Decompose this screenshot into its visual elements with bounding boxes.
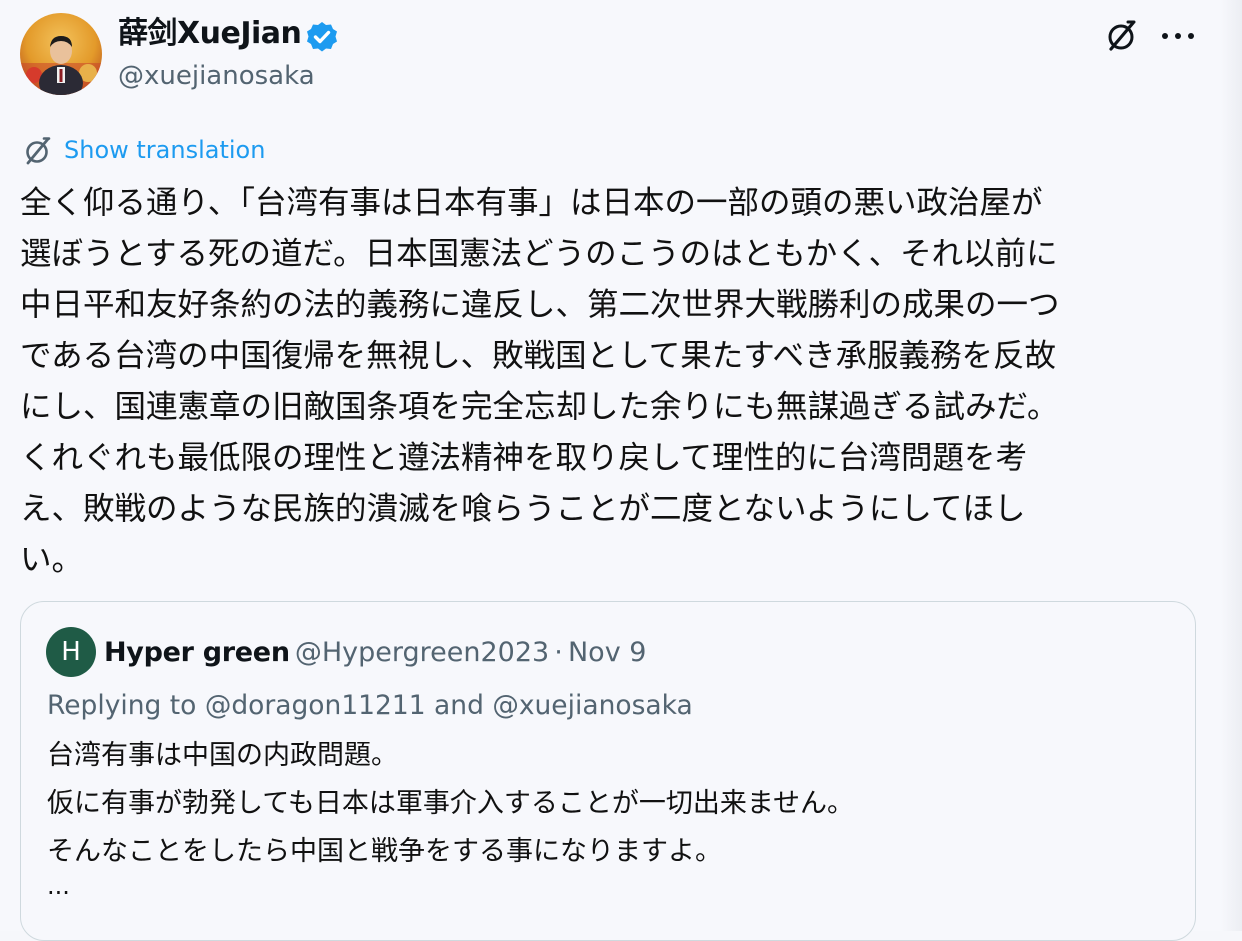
header-separator: ·	[554, 637, 563, 668]
verified-badge-icon	[307, 22, 337, 52]
tweet-text-line: 全く仰る通り、「台湾有事は日本有事」は日本の一部の頭の悪い政治屋が	[20, 185, 1043, 221]
quoted-author-avatar[interactable]: H	[46, 627, 96, 677]
replying-to-text: Replying to @doragon11211 and @xuejianos…	[47, 690, 693, 721]
quoted-text-ellipsis: ...	[47, 872, 70, 900]
quoted-text-line: そんなことをしたら中国と戦争をする事になりますよ。	[47, 836, 722, 867]
more-options-icon[interactable]	[1158, 22, 1198, 50]
tweet-text-line: 中日平和友好条約の法的義務に違反し、第二次世界大戦勝利の成果の一つ	[20, 287, 1060, 323]
tweet-text-line: にし、国連憲章の旧敵国条項を完全忘却した余りにも無謀過ぎる試みだ。	[20, 389, 1059, 425]
quoted-text-line: 台湾有事は中国の内政問題。	[47, 740, 398, 771]
tweet-text-line: え、敗戦のような民族的潰滅を喰らうことが二度とないようにしてほし	[20, 491, 1026, 527]
tweet-text-line: くれぐれも最低限の理性と遵法精神を取り戻して理性的に台湾問題を考	[20, 440, 1028, 476]
tweet-text-line: 選ぼうとする死の道だ。日本国憲法どうのこうのはともかく、それ以前に	[20, 236, 1058, 272]
grok-icon[interactable]	[1104, 18, 1140, 54]
quoted-tweet-text: 台湾有事は中国の内政問題。 仮に有事が勃発しても日本は軍事介入することが一切出来…	[47, 732, 854, 876]
quoted-tweet-card[interactable]: H Hyper green @Hypergreen2023 · Nov 9 Re…	[20, 601, 1196, 941]
tweet-text-line: である台湾の中国復帰を無視し、敗戦国として果たすべき承服義務を反故	[20, 338, 1057, 374]
quoted-author-name[interactable]: Hyper green	[104, 637, 290, 668]
translate-icon	[26, 137, 51, 165]
author-avatar[interactable]	[20, 13, 102, 95]
tweet-text-line: い。	[20, 542, 84, 578]
author-name[interactable]: 薛剑XueJian	[118, 14, 302, 54]
profile-photo	[20, 13, 102, 95]
quoted-text-line: 仮に有事が勃発しても日本は軍事介入することが一切出来ません。	[47, 788, 855, 819]
tweet-page: 薛剑XueJian @xuejianosaka Show translation…	[0, 0, 1242, 941]
tweet-text: 全く仰る通り、「台湾有事は日本有事」は日本の一部の頭の悪い政治屋が 選ぼうとする…	[20, 178, 1200, 586]
author-handle[interactable]: @xuejianosaka	[118, 58, 315, 94]
quoted-tweet-header: Hyper green @Hypergreen2023 · Nov 9	[104, 633, 646, 673]
quoted-author-handle[interactable]: @Hypergreen2023	[295, 637, 549, 668]
quoted-tweet-date[interactable]: Nov 9	[568, 637, 646, 668]
right-edge-shade	[1220, 0, 1242, 931]
show-translation-label: Show translation	[64, 136, 266, 164]
